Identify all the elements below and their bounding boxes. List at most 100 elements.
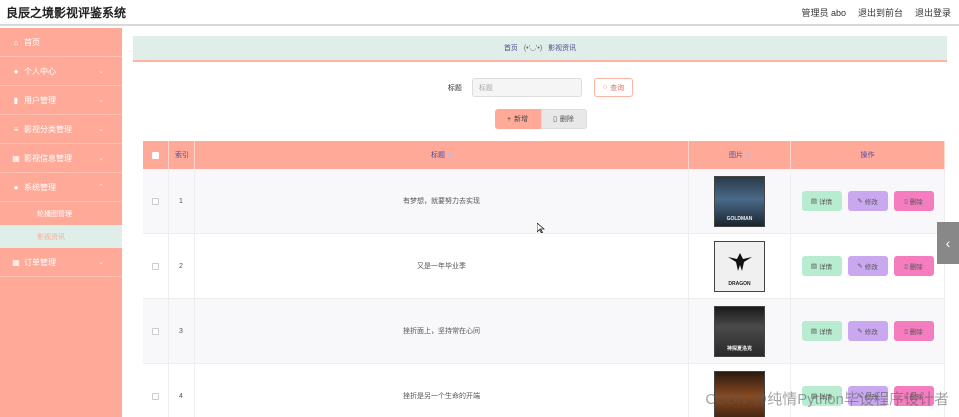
sort-icon[interactable]: ⇅ [447, 152, 452, 159]
sidebar-subitem-news[interactable]: 影视资讯 [0, 225, 122, 248]
sidebar-item-profile[interactable]: ● 个人中心 ⌄ [0, 57, 122, 86]
user-icon: ● [13, 66, 19, 76]
sidebar-item-home[interactable]: ⌂ 首页 [0, 28, 122, 57]
delete-button[interactable]: ▯ 删除 [893, 256, 934, 276]
row-picture: DRAGON [689, 234, 791, 298]
grid-icon: ▦ [12, 153, 20, 163]
doc-icon: ▤ [810, 328, 818, 335]
header-ops: 操作 [791, 141, 945, 169]
mouse-cursor-icon [537, 223, 545, 233]
sort-icon[interactable]: ⇅ [745, 152, 750, 159]
row-select[interactable] [143, 169, 169, 233]
batch-delete-button[interactable]: ▯ 删除 [540, 109, 587, 129]
delete-button[interactable]: ▯ 删除 [893, 321, 934, 341]
grid-icon: ▦ [12, 257, 20, 267]
list-icon: ≡ [13, 124, 19, 134]
row-select[interactable] [143, 234, 169, 298]
edit-button[interactable]: ✎ 修改 [847, 191, 888, 211]
sidebar-item-users[interactable]: ▮ 用户管理 ⌄ [0, 86, 122, 115]
poster-image[interactable] [714, 370, 765, 417]
bird-icon [728, 252, 752, 271]
delete-button[interactable]: ▯ 删除 [893, 386, 934, 406]
chevron-left-icon: ‹ [945, 235, 951, 251]
trash-icon: ▯ [904, 393, 908, 400]
top-bar: 良辰之境影视评鉴系统 管理员 abo 退出到前台 退出登录 [0, 0, 959, 26]
row-ops: ▤ 详情 ✎ 修改 ▯ 删除 [791, 234, 945, 298]
detail-button[interactable]: ▤ 详情 [801, 191, 842, 211]
trash-icon: ▯ [904, 263, 908, 270]
breadcrumb-home[interactable]: 首页 [504, 43, 518, 53]
sidebar-item-label: 用户管理 [24, 95, 56, 105]
sidebar-subitem-carousel[interactable]: 轮播图管理 [0, 202, 122, 225]
poster-image[interactable]: GOLDMAN [714, 175, 765, 227]
doc-icon: ▤ [810, 263, 818, 270]
add-button-label: 新增 [514, 116, 529, 123]
user-info: 管理员 abo [801, 7, 846, 18]
sidebar: ⌂ 首页 ● 个人中心 ⌄ ▮ 用户管理 ⌄ ≡ 影视分类管理 ⌄ ▦ 影视信息… [0, 28, 122, 417]
toolbar: + 新增 ▯ 删除 [122, 109, 959, 129]
chevron-down-icon: ⌄ [98, 259, 104, 266]
search-icon: ○ [602, 84, 608, 91]
search-input[interactable]: 标题 [471, 78, 582, 97]
row-title: 有梦想，就要努力去实现 [195, 169, 689, 233]
data-table: 索引 标题 ⇅ 图片 ⇅ 操作 1 有梦想，就要努力去实现 GOLDMAN ▤ 详情 … [143, 141, 945, 417]
collapse-handle[interactable]: ‹ [937, 222, 959, 264]
select-all-checkbox[interactable] [152, 151, 159, 159]
sidebar-item-movies[interactable]: ▦ 影视信息管理 ⌄ [0, 144, 122, 173]
row-checkbox[interactable] [152, 262, 159, 270]
trash-icon: ▯ [904, 198, 908, 205]
row-title: 又是一年毕业季 [195, 234, 689, 298]
delete-label: 删除 [909, 199, 923, 206]
sidebar-item-label: 系统管理 [24, 182, 56, 192]
sidebar-item-orders[interactable]: ▦ 订单管理 ⌄ [0, 248, 122, 277]
row-picture [689, 364, 791, 417]
detail-button[interactable]: ▤ 详情 [801, 386, 842, 406]
header-picture[interactable]: 图片 ⇅ [689, 141, 791, 169]
table-row: 2 又是一年毕业季 DRAGON ▤ 详情 ✎ 修改 ▯ 删除 [143, 234, 945, 299]
pencil-icon: ✎ [857, 393, 863, 400]
edit-button[interactable]: ✎ 修改 [847, 386, 888, 406]
edit-button[interactable]: ✎ 修改 [847, 256, 888, 276]
sidebar-item-system[interactable]: ● 系统管理 ⌃ [0, 173, 122, 202]
batch-delete-label: 删除 [559, 116, 574, 123]
detail-label: 详情 [819, 199, 833, 206]
query-button[interactable]: ○ 查询 [593, 78, 634, 97]
row-checkbox[interactable] [152, 327, 159, 335]
logout-link[interactable]: 退出登录 [915, 6, 951, 19]
row-select[interactable] [143, 299, 169, 363]
sidebar-item-label: 订单管理 [24, 257, 56, 267]
poster-image[interactable]: DRAGON [714, 240, 765, 292]
home-icon: ⌂ [13, 37, 19, 47]
edit-button[interactable]: ✎ 修改 [847, 321, 888, 341]
header-select-all[interactable] [143, 141, 169, 169]
pencil-icon: ✎ [857, 263, 863, 270]
header-title-label: 标题 [430, 152, 445, 159]
chevron-down-icon: ⌄ [98, 126, 104, 133]
sidebar-item-category[interactable]: ≡ 影视分类管理 ⌄ [0, 115, 122, 144]
pencil-icon: ✎ [857, 198, 863, 205]
row-checkbox[interactable] [152, 392, 159, 400]
poster-image[interactable]: 神探夏洛克 [714, 305, 765, 357]
back-to-front-link[interactable]: 退出到前台 [858, 6, 903, 19]
row-index: 2 [169, 234, 195, 298]
bulb-icon: ● [13, 182, 19, 192]
sidebar-item-label: 首页 [24, 37, 40, 47]
row-ops: ▤ 详情 ✎ 修改 ▯ 删除 [791, 364, 945, 417]
plus-icon: + [506, 115, 512, 123]
row-checkbox[interactable] [152, 197, 159, 205]
edit-label: 修改 [864, 264, 878, 271]
delete-label: 删除 [909, 394, 923, 401]
add-button[interactable]: + 新增 [494, 109, 541, 129]
query-button-label: 查询 [610, 84, 625, 92]
header-title[interactable]: 标题 ⇅ [195, 141, 689, 169]
header-index: 索引 [169, 141, 195, 169]
chevron-down-icon: ⌄ [98, 155, 104, 162]
row-select[interactable] [143, 364, 169, 417]
breadcrumb-current: 影视资讯 [548, 45, 577, 52]
table-row: 3 挫折面上，坚持常在心间 神探夏洛克 ▤ 详情 ✎ 修改 ▯ 删除 [143, 299, 945, 364]
trash-icon: ▯ [553, 116, 557, 123]
delete-button[interactable]: ▯ 删除 [893, 191, 934, 211]
detail-button[interactable]: ▤ 详情 [801, 256, 842, 276]
detail-button[interactable]: ▤ 详情 [801, 321, 842, 341]
row-index: 4 [169, 364, 195, 417]
